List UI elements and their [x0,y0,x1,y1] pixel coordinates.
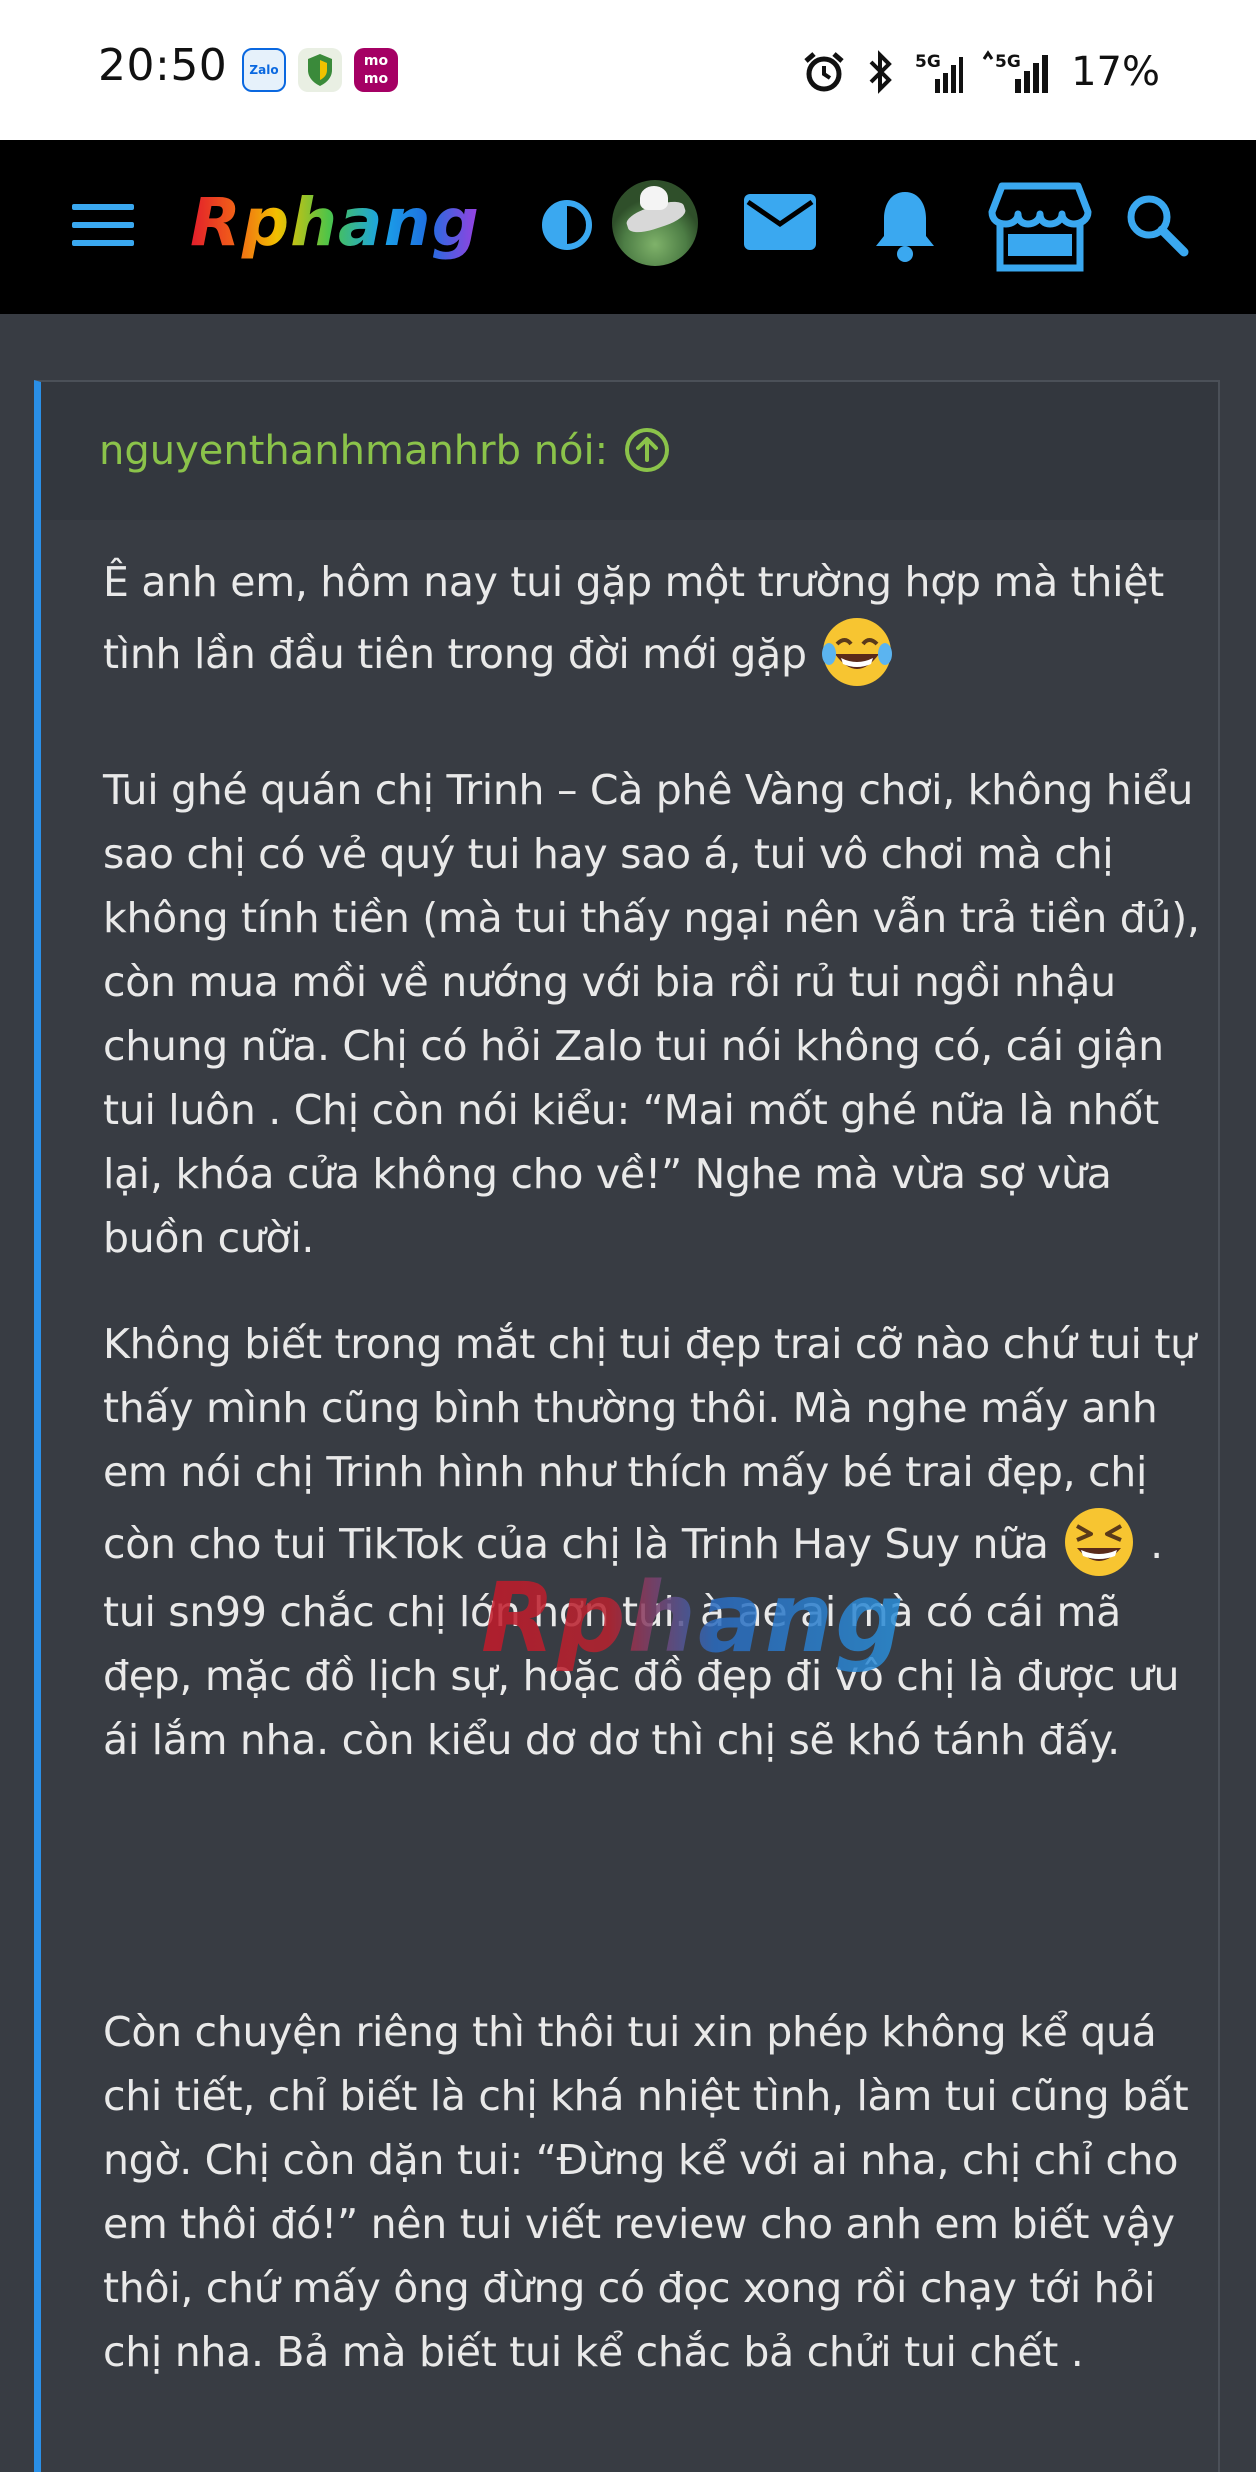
bluetooth-icon [869,50,892,94]
user-avatar[interactable] [612,180,698,266]
status-time: 20:50 [98,40,228,91]
svg-text:5G: 5G [995,52,1021,72]
paragraph-2-text: Tui ghé quán chị Trinh – Cà phê Vàng chơ… [103,766,1200,1262]
paragraph-1: Ê anh em, hôm nay tui gặp một trường hợp… [103,550,1203,690]
tears-of-joy-emoji-icon [822,618,893,686]
bell-icon[interactable] [872,186,938,266]
momo-notification-icon: mo mo [354,48,398,92]
paragraph-3: Không biết trong mắt chị tui đẹp trai cỡ… [103,1312,1203,1772]
zalo-notification-icon: Zalo [242,48,286,92]
status-indicators: 5G 5G 17% [801,44,1160,100]
paragraph-5: Còn chuyện riêng thì thôi tui xin phép k… [103,2000,1203,2384]
paragraph-1-text: Ê anh em, hôm nay tui gặp một trường hợp… [103,558,1164,678]
mail-icon[interactable] [742,192,818,252]
store-icon[interactable] [988,180,1092,272]
signal-5g-icon: 5G [915,52,964,93]
search-icon[interactable] [1124,192,1190,258]
grinning-squinting-emoji-icon [1065,1508,1134,1576]
contrast-icon[interactable] [540,198,594,252]
shield-notification-icon [298,48,342,92]
quote-author-line[interactable]: nguyenthanhmanhrb nói: [99,428,608,474]
battery-percent: 17% [1071,49,1160,95]
paragraph-3-text: Không biết trong mắt chị tui đẹp trai cỡ… [103,1320,1196,1568]
site-logo[interactable]: Rphang [190,184,480,261]
jump-to-post-icon[interactable] [623,426,671,474]
svg-text:5G: 5G [915,52,941,72]
quote-block: nguyenthanhmanhrb nói: Ê anh em, hôm nay… [34,380,1220,2472]
paragraph-5-text: Còn chuyện riêng thì thôi tui xin phép k… [103,2008,1189,2376]
zalo-label: Zalo [249,63,279,77]
paragraph-2: Tui ghé quán chị Trinh – Cà phê Vàng chơ… [103,758,1203,1270]
momo-label: mo mo [363,53,389,87]
signal-5g-icon-2: 5G [982,50,1049,93]
watermark-logo: Rphang [481,1562,906,1674]
status-bar: 20:50 Zalo mo mo 5G 5G 17% [0,0,1256,140]
quote-header: nguyenthanhmanhrb nói: [41,382,1218,520]
menu-icon[interactable] [70,200,136,250]
alarm-icon [804,52,844,92]
